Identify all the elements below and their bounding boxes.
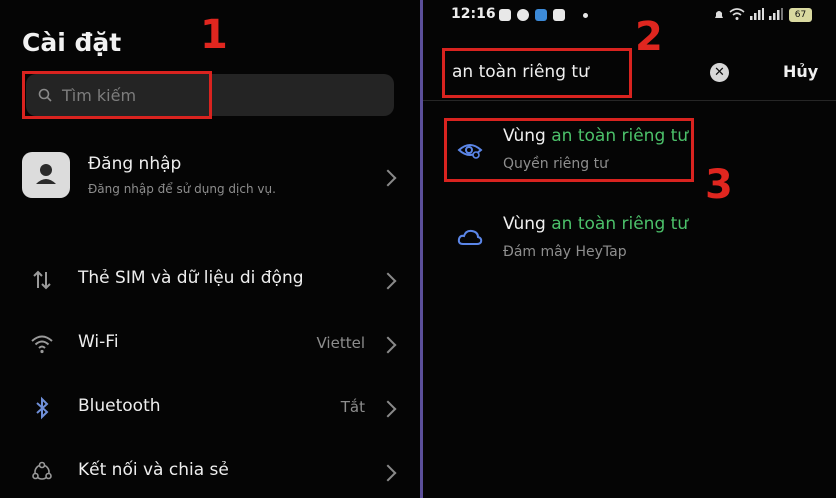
wifi-icon bbox=[729, 8, 745, 20]
chevron-right-icon bbox=[379, 169, 397, 187]
settings-item-value: Tắt bbox=[340, 398, 365, 416]
wifi-icon bbox=[31, 335, 53, 354]
alarm-icon bbox=[715, 11, 723, 18]
signal-icon bbox=[769, 8, 783, 20]
search-result-subtitle: Đám mây HeyTap bbox=[503, 244, 627, 260]
settings-panel: Cài đặt Tìm kiếm Đăng nhập Đăng nhập để … bbox=[0, 0, 420, 498]
search-results-panel: 12:16 67 an toàn riêng tư ✕ Hủy Vùng an … bbox=[423, 0, 836, 498]
chevron-right-icon bbox=[379, 272, 397, 290]
settings-item-sim[interactable]: Thẻ SIM và dữ liệu di động bbox=[0, 256, 420, 304]
page-title: Cài đặt bbox=[22, 28, 122, 57]
user-icon bbox=[36, 164, 56, 184]
zalo-icon bbox=[499, 9, 511, 21]
settings-item-value: Viettel bbox=[316, 334, 366, 352]
messenger-icon bbox=[517, 9, 529, 21]
status-time: 12:16 bbox=[451, 6, 496, 22]
login-title: Đăng nhập bbox=[88, 154, 182, 174]
annotation-box-3 bbox=[444, 118, 694, 182]
cloud-icon bbox=[457, 229, 483, 245]
search-result-highlight: an toàn riêng tư bbox=[551, 214, 689, 234]
annotation-number-1: 1 bbox=[200, 12, 228, 58]
dot-icon bbox=[583, 13, 588, 18]
settings-item-wifi[interactable]: Wi-Fi Viettel bbox=[0, 320, 420, 368]
shield-app-icon bbox=[553, 9, 565, 21]
settings-item-connection[interactable]: Kết nối và chia sẻ bbox=[0, 448, 420, 496]
settings-item-label: Kết nối và chia sẻ bbox=[78, 460, 229, 480]
settings-item-bluetooth[interactable]: Bluetooth Tắt bbox=[0, 384, 420, 432]
divider bbox=[423, 100, 836, 101]
settings-item-label: Wi-Fi bbox=[78, 332, 119, 352]
status-bar: 12:16 67 bbox=[423, 0, 836, 30]
settings-item-label: Bluetooth bbox=[78, 396, 161, 416]
signal-icon bbox=[750, 8, 764, 20]
login-item[interactable]: Đăng nhập Đăng nhập để sử dụng dịch vụ. bbox=[22, 152, 402, 204]
battery-indicator: 67 bbox=[789, 8, 812, 22]
annotation-box-2 bbox=[442, 48, 632, 98]
app-icon bbox=[535, 9, 547, 21]
sim-data-icon bbox=[33, 270, 51, 290]
login-subtitle: Đăng nhập để sử dụng dịch vụ. bbox=[88, 182, 276, 196]
settings-item-label: Thẻ SIM và dữ liệu di động bbox=[78, 268, 304, 288]
annotation-number-2: 2 bbox=[635, 14, 663, 60]
chevron-right-icon bbox=[379, 464, 397, 482]
bluetooth-icon bbox=[36, 396, 49, 420]
avatar bbox=[22, 152, 70, 198]
search-result-title: Vùng an toàn riêng tư bbox=[503, 214, 689, 234]
chevron-right-icon bbox=[379, 336, 397, 354]
chevron-right-icon bbox=[379, 400, 397, 418]
clear-search-button[interactable]: ✕ bbox=[710, 63, 729, 82]
cancel-button[interactable]: Hủy bbox=[783, 62, 818, 81]
annotation-box-1 bbox=[22, 71, 212, 119]
search-result-item[interactable]: Vùng an toàn riêng tư Đám mây HeyTap bbox=[423, 212, 836, 272]
annotation-number-3: 3 bbox=[705, 162, 733, 208]
connection-share-icon bbox=[32, 461, 52, 480]
